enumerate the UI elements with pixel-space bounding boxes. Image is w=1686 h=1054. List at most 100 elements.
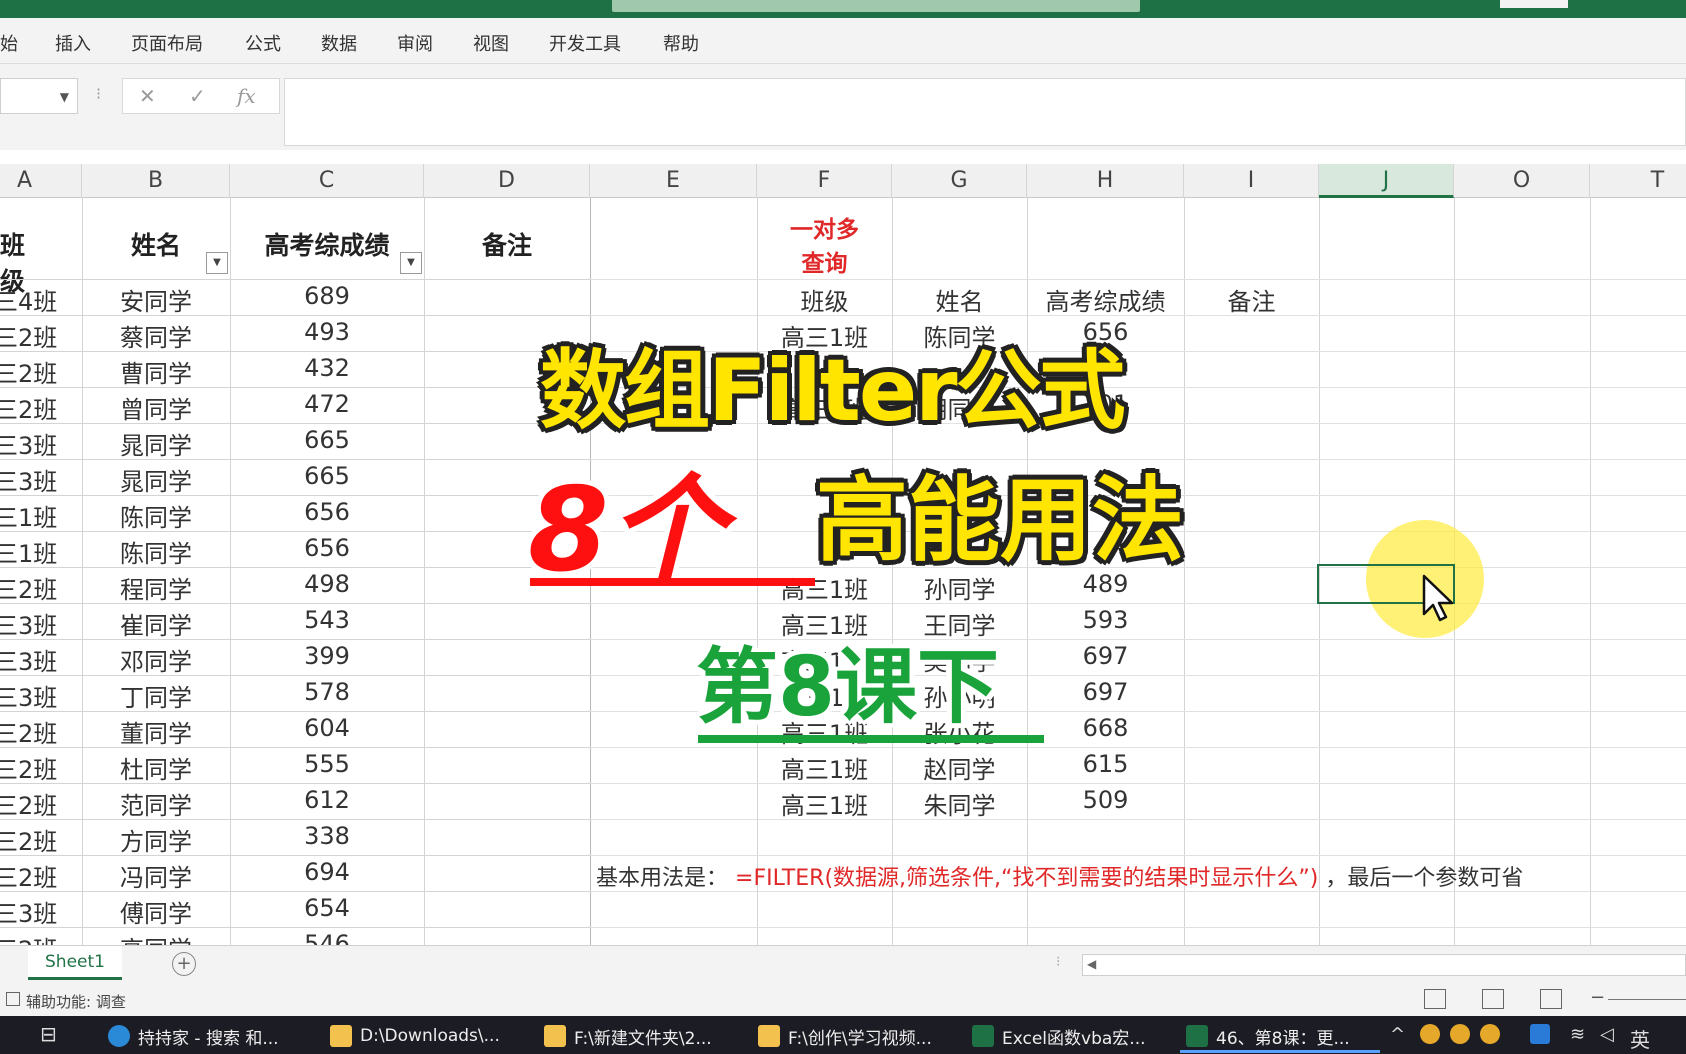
column-header-d[interactable]: D: [424, 164, 590, 198]
cell-score[interactable]: 604: [230, 714, 424, 742]
filter-dropdown-icon[interactable]: ▼: [400, 252, 422, 274]
cell-class[interactable]: 三3班: [0, 894, 74, 929]
cell-score[interactable]: 543: [230, 606, 424, 634]
cell-class[interactable]: 三2班: [0, 714, 74, 749]
cell-score[interactable]: 656: [230, 498, 424, 526]
result-cell-score[interactable]: 668: [1027, 714, 1184, 742]
column-header-j[interactable]: J: [1319, 164, 1454, 198]
cell-name[interactable]: 曾同学: [82, 390, 230, 425]
tab-page-layout[interactable]: 页面布局: [131, 30, 203, 56]
tab-data[interactable]: 数据: [321, 30, 357, 56]
cell-score[interactable]: 665: [230, 426, 424, 454]
cell-name[interactable]: 晁同学: [82, 462, 230, 497]
cell-class[interactable]: 三2班: [0, 786, 74, 821]
tray-app-icon[interactable]: [1450, 1024, 1470, 1044]
cell-name[interactable]: 陈同学: [82, 534, 230, 569]
cell-score[interactable]: 689: [230, 282, 424, 310]
cell-name[interactable]: 程同学: [82, 570, 230, 605]
column-header-t[interactable]: T: [1590, 164, 1686, 198]
column-header-i[interactable]: I: [1184, 164, 1319, 198]
add-sheet-icon[interactable]: +: [172, 952, 196, 976]
cell-score[interactable]: 432: [230, 354, 424, 382]
tab-formulas[interactable]: 公式: [245, 30, 281, 56]
cell-score[interactable]: 654: [230, 894, 424, 922]
cell-score[interactable]: 472: [230, 390, 424, 418]
cell-name[interactable]: 安同学: [82, 282, 230, 317]
insert-function-icon[interactable]: fx: [237, 84, 256, 108]
tray-app-icon[interactable]: [1480, 1024, 1500, 1044]
cell-name[interactable]: 邓同学: [82, 642, 230, 677]
volume-icon[interactable]: ◁: [1600, 1024, 1614, 1045]
chevron-down-icon[interactable]: ▼: [60, 90, 69, 104]
cell-class[interactable]: 三4班: [0, 282, 74, 317]
tab-review[interactable]: 审阅: [397, 30, 433, 56]
cell-score[interactable]: 612: [230, 786, 424, 814]
cell-class[interactable]: 三2班: [0, 750, 74, 785]
column-header-g[interactable]: G: [892, 164, 1027, 198]
tab-developer[interactable]: 开发工具: [549, 30, 621, 56]
cell-class[interactable]: 三2班: [0, 570, 74, 605]
cell-class[interactable]: 三2班: [0, 858, 74, 893]
result-cell-score[interactable]: 593: [1027, 606, 1184, 634]
input-method-indicator[interactable]: 英: [1630, 1024, 1650, 1053]
page-layout-view-icon[interactable]: [1482, 989, 1504, 1009]
cell-class[interactable]: 三1班: [0, 498, 74, 533]
cell-name[interactable]: 董同学: [82, 714, 230, 749]
result-cell-score[interactable]: 615: [1027, 750, 1184, 778]
filter-dropdown-icon[interactable]: ▼: [206, 252, 228, 274]
cell-class[interactable]: 三2班: [0, 822, 74, 857]
accessibility-icon[interactable]: [6, 992, 20, 1006]
cell-score[interactable]: 694: [230, 858, 424, 886]
column-header-b[interactable]: B: [82, 164, 230, 198]
name-box[interactable]: ▼: [0, 78, 78, 114]
search-box[interactable]: [612, 0, 1140, 12]
scroll-left-icon[interactable]: ◀: [1087, 957, 1096, 971]
cell-name[interactable]: 曹同学: [82, 354, 230, 389]
cell-score[interactable]: 546: [230, 930, 424, 945]
cell-name[interactable]: 晁同学: [82, 426, 230, 461]
tab-view[interactable]: 视图: [473, 30, 509, 56]
cell-score[interactable]: 498: [230, 570, 424, 598]
cell-name[interactable]: 傅同学: [82, 894, 230, 929]
tab-insert[interactable]: 插入: [55, 30, 91, 56]
column-header-e[interactable]: E: [590, 164, 757, 198]
cell-name[interactable]: 崔同学: [82, 606, 230, 641]
tray-chevron-icon[interactable]: ^: [1390, 1024, 1405, 1045]
page-break-view-icon[interactable]: [1540, 989, 1562, 1009]
tray-security-icon[interactable]: [1530, 1024, 1550, 1044]
cell-name[interactable]: 丁同学: [82, 678, 230, 713]
cell-class[interactable]: 三3班: [0, 606, 74, 641]
horizontal-scrollbar[interactable]: ◀: [1082, 954, 1686, 976]
cell-class[interactable]: 三3班: [0, 426, 74, 461]
taskbar-item-browser[interactable]: 持持家 - 搜索 和...: [108, 1022, 279, 1050]
cell-class[interactable]: 三2班: [0, 390, 74, 425]
tab-help[interactable]: 帮助: [663, 30, 699, 56]
cell-score[interactable]: 338: [230, 822, 424, 850]
column-header-f[interactable]: F: [757, 164, 892, 198]
cell-score[interactable]: 399: [230, 642, 424, 670]
cell-name[interactable]: 方同学: [82, 822, 230, 857]
sheet-tab-sheet1[interactable]: Sheet1: [28, 946, 122, 980]
tray-app-icon[interactable]: [1420, 1024, 1440, 1044]
cell-class[interactable]: 三2班: [0, 930, 74, 945]
cell-name[interactable]: 蔡同学: [82, 318, 230, 353]
taskbar-item-videos[interactable]: F:\创作\学习视频...: [758, 1022, 932, 1050]
result-cell-class[interactable]: 高三1班: [757, 786, 892, 821]
cell-name[interactable]: 陈同学: [82, 498, 230, 533]
cell-name[interactable]: 冯同学: [82, 858, 230, 893]
taskbar-item-excel-vba[interactable]: Excel函数vba宏...: [972, 1022, 1146, 1050]
cell-class[interactable]: 三3班: [0, 642, 74, 677]
cell-score[interactable]: 578: [230, 678, 424, 706]
cell-class[interactable]: 三3班: [0, 462, 74, 497]
zoom-slider[interactable]: [1608, 999, 1686, 1000]
cancel-icon[interactable]: ✕: [139, 84, 156, 108]
account-button[interactable]: [1500, 0, 1568, 8]
cell-score[interactable]: 656: [230, 534, 424, 562]
normal-view-icon[interactable]: [1424, 989, 1446, 1009]
splitter-icon[interactable]: ⁝: [1056, 954, 1060, 970]
tab-home[interactable]: 始: [0, 30, 18, 56]
wifi-icon[interactable]: ≋: [1570, 1024, 1585, 1045]
result-cell-name[interactable]: 朱同学: [892, 786, 1027, 821]
result-cell-name[interactable]: 赵同学: [892, 750, 1027, 785]
cell-class[interactable]: 三1班: [0, 534, 74, 569]
